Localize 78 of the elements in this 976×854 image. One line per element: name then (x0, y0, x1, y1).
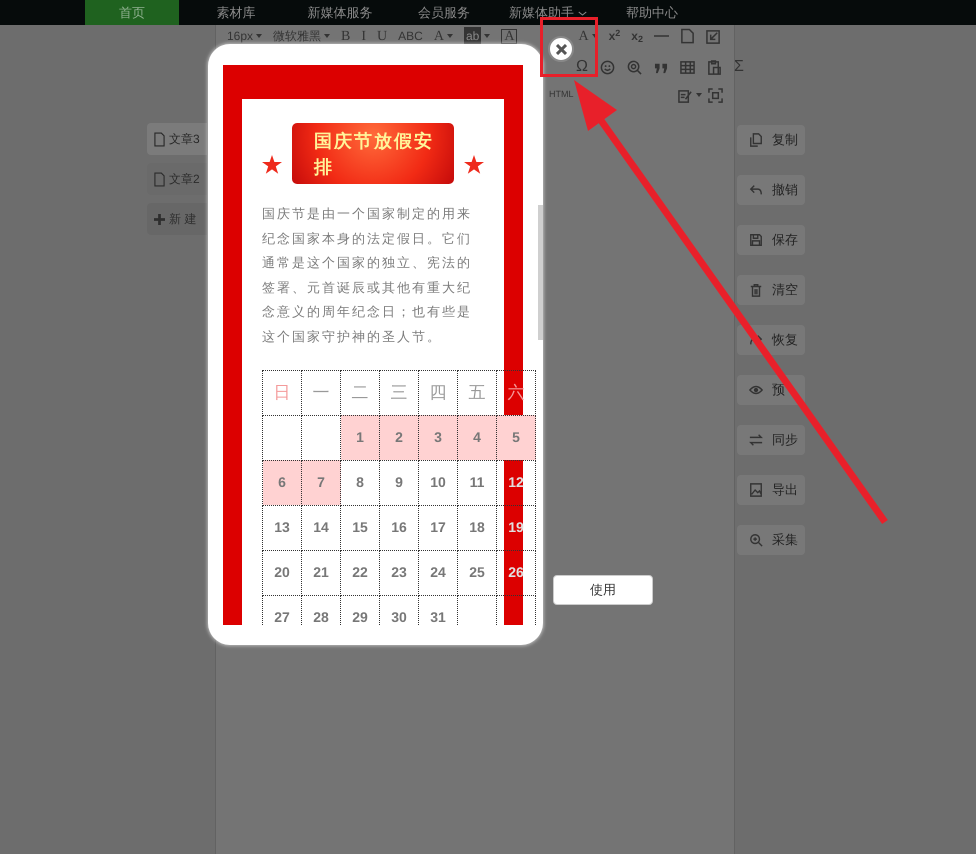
toolbar-button[interactable]: I (358, 27, 370, 45)
date-cell: 15 (340, 505, 380, 550)
trash-icon (749, 283, 763, 297)
date-cell: 1 (340, 415, 380, 460)
date-cell: 16 (380, 505, 418, 550)
date-cell: 18 (458, 505, 496, 550)
date-cell: 3 (418, 415, 458, 460)
scrollbar-thumb[interactable] (538, 205, 543, 340)
date-cell: 6 (262, 460, 302, 506)
toolbar-button[interactable]: Σ (730, 58, 747, 76)
image-icon (749, 483, 763, 497)
highlight-box (540, 17, 598, 77)
toolbar-button[interactable]: x$_{2}$ (628, 27, 646, 45)
fullscreen-icon (708, 88, 723, 102)
date-cell: 13 (262, 505, 302, 550)
document-icon (680, 28, 695, 44)
nav-item[interactable]: 素材库 (184, 0, 288, 25)
action-button[interactable]: 保存 (737, 225, 805, 255)
export-icon (706, 28, 721, 44)
sync-arrows-icon (749, 433, 763, 447)
date-cell: 22 (340, 550, 380, 596)
action-button[interactable]: 清空 (737, 275, 805, 305)
nav-item[interactable]: 首页 (85, 0, 179, 25)
toolbar-button[interactable]: Ω (573, 58, 591, 76)
sidebar-item[interactable]: 文章3 (147, 123, 207, 155)
date-cell: 27 (262, 595, 302, 625)
date-cell: 7 (302, 460, 340, 506)
action-button[interactable]: 同步 (737, 425, 805, 455)
action-button[interactable]: 采集 (737, 525, 805, 555)
redo-icon (749, 333, 763, 347)
eye-icon (749, 383, 763, 397)
toolbar-button[interactable]: x$^{2}$ (606, 27, 624, 45)
toolbar-button[interactable] (705, 86, 726, 104)
date-cell: 25 (458, 550, 496, 596)
date-cell: 23 (380, 550, 418, 596)
html-source-button[interactable]: HTML (549, 86, 574, 104)
action-button[interactable]: 导出 (737, 475, 805, 505)
new-button[interactable]: 新 建 (147, 203, 207, 235)
horizontal-rule-icon (654, 35, 669, 37)
date-cell: 5 (496, 415, 536, 460)
toolbar-button[interactable]: U (374, 27, 390, 45)
date-cell: 2 (380, 415, 418, 460)
nav-item[interactable]: 新媒体服务 (288, 0, 392, 25)
document-icon (154, 132, 165, 146)
nav-item[interactable]: 帮助中心 (600, 0, 704, 25)
undo-icon (749, 183, 763, 197)
edit-icon (678, 88, 693, 102)
copy-icon (749, 133, 763, 147)
plus-icon (154, 214, 165, 224)
action-button[interactable]: 复制 (737, 125, 805, 155)
star-icon (464, 155, 484, 174)
date-cell: 4 (458, 415, 496, 460)
star-icon (262, 155, 282, 174)
action-button[interactable]: 撤销 (737, 175, 805, 205)
toolbar-button[interactable]: B (338, 27, 354, 45)
document-icon (154, 172, 165, 186)
date-cell: 10 (418, 460, 458, 506)
date-cell: 9 (380, 460, 418, 506)
date-cell: 17 (418, 505, 458, 550)
date-cell: 14 (302, 505, 340, 550)
date-cell: 24 (418, 550, 458, 596)
date-cell: 20 (262, 550, 302, 596)
toolbar-button[interactable]: ABC (395, 27, 426, 45)
close-icon (556, 44, 566, 54)
weekday-header: 日 (262, 370, 302, 416)
date-cell: 21 (302, 550, 340, 596)
weekday-header: 一 (302, 370, 340, 416)
date-cell: 11 (458, 460, 496, 506)
toolbar-button[interactable]: A (575, 27, 601, 45)
date-cell: 8 (340, 460, 380, 506)
clipboard-icon (706, 60, 722, 74)
table-icon (680, 60, 695, 74)
nav-item[interactable]: 会员服务 (392, 0, 496, 25)
banner-title: 国庆节放假安排 (314, 131, 434, 177)
description-text: 国庆节是由一个国家制定的用来纪念国家本身的法定假日。它们通常是这个国家的独立、宪法的签署、元首诞辰或其他有重大纪念意义的周年纪念日；也有些是这个国家守护神的圣人节。 (262, 205, 473, 346)
use-button[interactable]: 使用 (553, 575, 653, 605)
zoom-in-icon (749, 533, 763, 547)
smiley-icon (600, 60, 615, 74)
